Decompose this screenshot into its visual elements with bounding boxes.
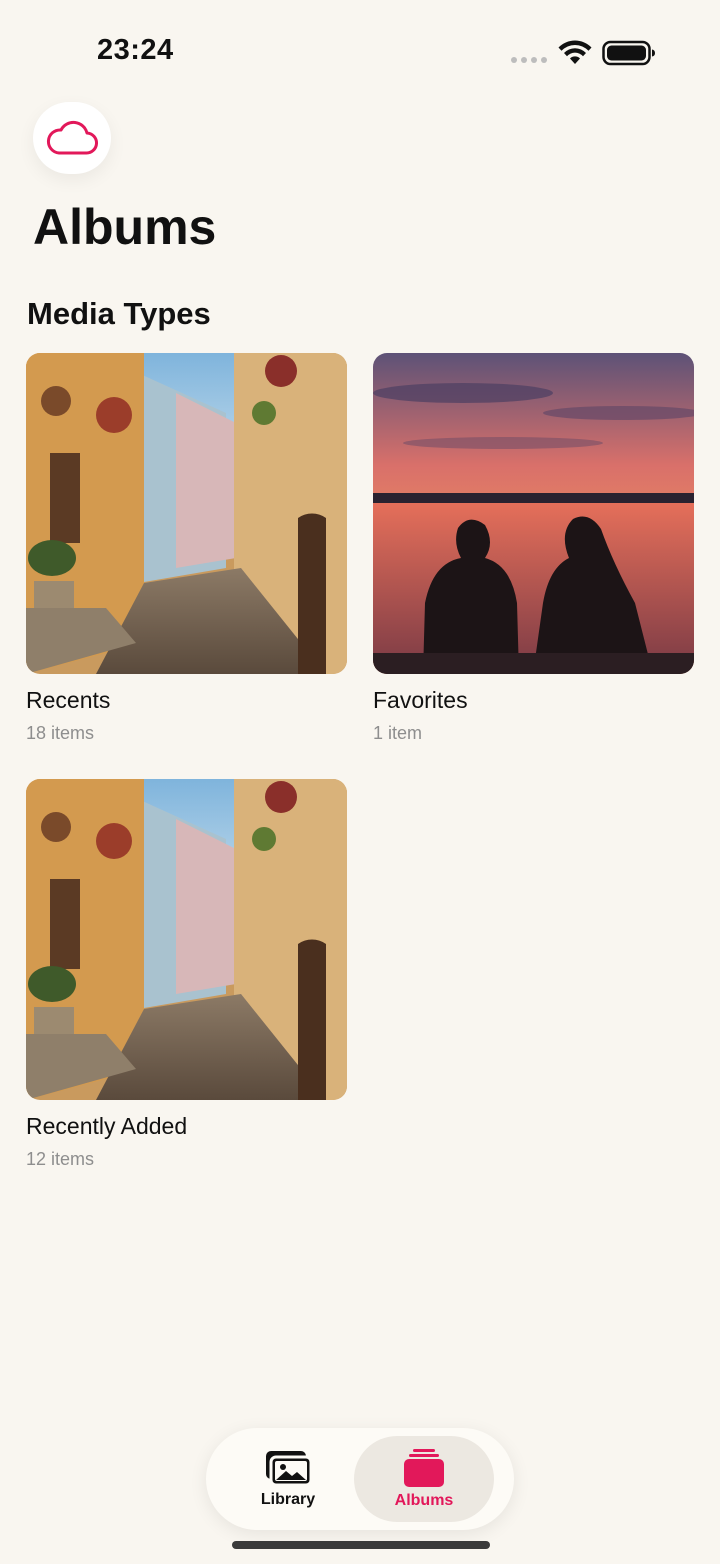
album-name: Favorites (373, 687, 468, 713)
cloud-sync-button[interactable] (33, 102, 111, 174)
album-card-recently-added[interactable]: Recently Added 12 items (26, 779, 347, 1170)
album-name: Recently Added (26, 1113, 188, 1139)
album-thumbnail-sunset (373, 353, 694, 674)
album-card-recents[interactable]: Recents 18 items (26, 353, 347, 744)
wifi-icon (558, 40, 592, 64)
tab-label: Albums (394, 1492, 454, 1509)
album-name: Recents (26, 687, 111, 713)
page-title: Albums (33, 199, 217, 255)
status-time: 23:24 (97, 34, 174, 66)
battery-icon (602, 40, 655, 66)
tab-bar: Library Albums (206, 1428, 514, 1530)
albums-stack-icon (404, 1449, 444, 1487)
photo-library-icon (266, 1451, 312, 1487)
album-count: 12 items (26, 1149, 95, 1169)
tab-albums[interactable]: Albums (354, 1436, 494, 1522)
album-count: 1 item (373, 723, 423, 743)
album-card-favorites[interactable]: Favorites 1 item (373, 353, 694, 744)
home-indicator (232, 1541, 490, 1549)
tab-library[interactable]: Library (218, 1436, 358, 1522)
tab-label: Library (260, 1491, 316, 1508)
section-title-media-types: Media Types (27, 296, 211, 331)
album-thumbnail-street (26, 779, 347, 1100)
album-thumbnail-street (26, 353, 347, 674)
cloud-icon (46, 120, 98, 155)
status-bar: 23:24 (0, 0, 720, 100)
cellular-signal-icon (511, 57, 547, 63)
album-count: 18 items (26, 723, 95, 743)
